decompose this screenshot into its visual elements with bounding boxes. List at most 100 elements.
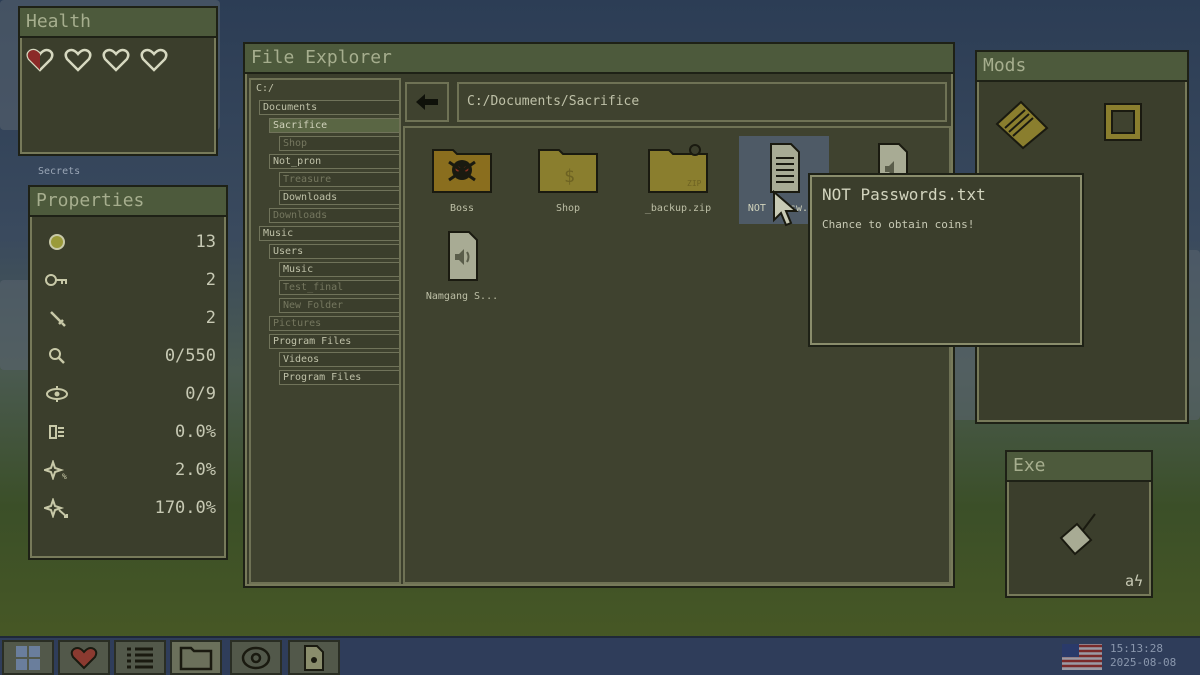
file-item-namgang[interactable]: Namgang S... [417, 230, 507, 302]
skull-folder-icon [432, 149, 492, 193]
taskbar-health-button[interactable] [58, 640, 110, 675]
device-icon[interactable] [1057, 510, 1101, 560]
sparkle-percent-icon: % [44, 460, 67, 480]
property-value: 0/9 [185, 384, 216, 404]
properties-list: 13 2 2 0/550 0/9 0.0% % 2.0% 170.0% [30, 217, 226, 527]
audio-file-icon [448, 231, 478, 281]
properties-window: Properties 13 2 2 0/550 0/9 0.0% % 2.0% [28, 185, 228, 560]
tree-item-not-pron[interactable]: Not_pron [269, 154, 399, 169]
tree-item-documents[interactable]: Documents [259, 100, 399, 115]
svg-text:ZIP: ZIP [687, 179, 702, 188]
tree-item-sacrifice[interactable]: Sacrifice [269, 118, 399, 133]
health-title: Health [20, 8, 216, 38]
coin-icon [49, 234, 65, 250]
tree-item-shop[interactable]: Shop [279, 136, 399, 151]
tree-item-pictures[interactable]: Pictures [269, 316, 399, 331]
heart-empty-icon [64, 48, 92, 72]
money-folder-icon: $ [538, 149, 598, 193]
file-tooltip: NOT Passwords.txt Chance to obtain coins… [808, 173, 1084, 347]
property-row-crit-damage: 170.0% [30, 489, 226, 527]
file-item-boss[interactable]: Boss [417, 142, 507, 214]
tree-item-program-files[interactable]: Program Files [269, 334, 399, 349]
tree-item-test-final[interactable]: Test_final [279, 280, 399, 295]
mods-title: Mods [977, 52, 1187, 82]
file-explorer-title: File Explorer [245, 44, 953, 74]
secrets-desktop-label[interactable]: Secrets [38, 166, 80, 177]
property-row-coins: 13 [30, 223, 226, 261]
property-value: 0.0% [175, 422, 216, 442]
heart-empty-icon [140, 48, 168, 72]
chip-icon[interactable] [1099, 98, 1147, 146]
list-icon [127, 647, 153, 668]
tooltip-body: Chance to obtain coins! [822, 218, 975, 231]
property-row-found: 0/550 [30, 337, 226, 375]
magnifier-icon [49, 348, 65, 364]
tree-item-root[interactable]: C:/ [253, 82, 399, 97]
tree-item-downloads[interactable]: Downloads [279, 190, 399, 205]
file-item-backup-zip[interactable]: ZIP _backup.zip [633, 142, 723, 214]
document-icon [304, 644, 324, 671]
taskbar-mods-button[interactable] [230, 640, 282, 675]
disc-eye-icon [241, 646, 271, 669]
svg-text:%: % [62, 472, 67, 480]
file-label: Boss [449, 203, 475, 214]
property-value: 170.0% [154, 498, 216, 518]
text-file-icon [770, 143, 800, 193]
svg-text:$: $ [564, 166, 575, 187]
property-value: 0/550 [164, 346, 216, 366]
clock: 15:13:28 2025-08-08 [1110, 642, 1176, 670]
taskbar: 15:13:28 2025-08-08 [0, 636, 1200, 675]
tooltip-title: NOT Passwords.txt [822, 185, 986, 204]
file-label: Namgang S... [425, 291, 499, 302]
file-label: Shop [555, 203, 581, 214]
folder-icon [179, 646, 213, 670]
exe-title: Exe [1007, 452, 1151, 482]
property-row-attack: 2 [30, 299, 226, 337]
sparkle-arrow-icon [44, 498, 68, 518]
sword-icon [50, 311, 66, 327]
property-value: 2 [205, 308, 216, 328]
zip-folder-icon: ZIP [648, 144, 708, 193]
property-row-crit-chance: % 2.0% [30, 451, 226, 489]
folder-tree: C:/ Documents Sacrifice Shop Not_pron Tr… [249, 78, 401, 584]
heart-empty-icon [102, 48, 130, 72]
start-button[interactable] [2, 640, 54, 675]
taskbar-exe-button[interactable] [288, 640, 340, 675]
tree-item-music[interactable]: Music [259, 226, 399, 241]
exe-window: Exe aϟ [1005, 450, 1153, 598]
heart-icon [70, 646, 98, 669]
taskbar-properties-button[interactable] [114, 640, 166, 675]
path-bar[interactable]: C:/Documents/Sacrifice [457, 82, 947, 122]
properties-title: Properties [30, 187, 226, 217]
tree-item-music-2[interactable]: Music [279, 262, 399, 277]
eye-icon [46, 386, 68, 402]
tree-item-videos[interactable]: Videos [279, 352, 399, 367]
heart-half-icon [26, 48, 54, 72]
cursor-icon [773, 190, 799, 227]
windows-grid-icon [16, 645, 40, 670]
file-label: _backup.zip [644, 203, 712, 214]
tree-item-program-files-2[interactable]: Program Files [279, 370, 399, 385]
property-value: 13 [195, 232, 216, 252]
arrow-left-icon [416, 94, 438, 110]
taskbar-explorer-button[interactable] [170, 640, 222, 675]
key-icon [45, 274, 67, 286]
health-hearts [20, 38, 216, 82]
cards-icon[interactable] [991, 98, 1053, 150]
clock-date: 2025-08-08 [1110, 656, 1177, 669]
exe-footer-icons: aϟ [1124, 572, 1143, 590]
property-row-secrets: 0/9 [30, 375, 226, 413]
file-item-shop[interactable]: $ Shop [523, 142, 613, 214]
tree-item-new-folder[interactable]: New Folder [279, 298, 399, 313]
property-value: 2.0% [175, 460, 216, 480]
back-button[interactable] [405, 82, 449, 122]
tree-item-users[interactable]: Users [269, 244, 399, 259]
tree-item-treasure[interactable]: Treasure [279, 172, 399, 187]
tree-item-downloads-2[interactable]: Downloads [269, 208, 399, 223]
us-flag-icon[interactable] [1062, 644, 1102, 670]
health-window: Health [18, 6, 218, 156]
property-value: 2 [205, 270, 216, 290]
path-text: C:/Documents/Sacrifice [467, 94, 640, 109]
folder-list-icon [49, 425, 64, 439]
clock-time: 15:13:28 [1110, 642, 1163, 655]
